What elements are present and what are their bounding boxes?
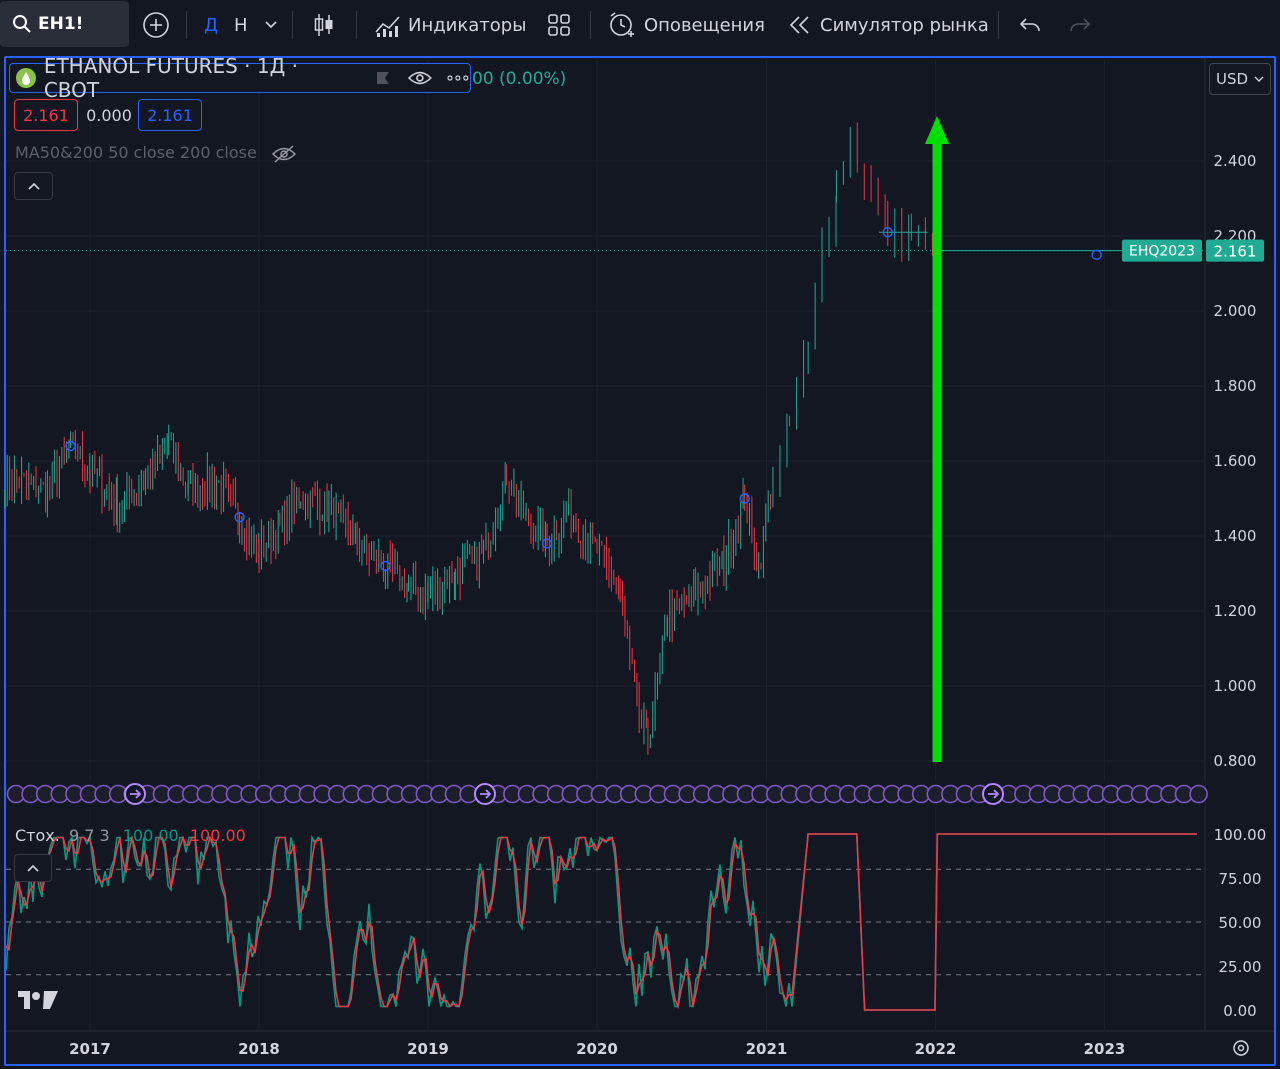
more-icon[interactable] bbox=[446, 74, 470, 82]
symbol-legend[interactable]: ETHANOL FUTURES · 1Д · CBOT bbox=[9, 54, 471, 102]
price-tick-label: 1.000 bbox=[1214, 677, 1257, 695]
price-tag-value: 2.161 bbox=[1214, 243, 1257, 261]
price-tick-label: 0.800 bbox=[1214, 752, 1257, 770]
currency-label: USD bbox=[1215, 70, 1249, 88]
chevron-up-icon bbox=[27, 864, 39, 872]
price-tick-label: 1.400 bbox=[1214, 527, 1257, 545]
price-tag-ticker: EHQ2023 bbox=[1129, 244, 1195, 260]
flag-icon[interactable] bbox=[375, 70, 391, 86]
ma-label-text: MA50&200 50 close 200 close bbox=[15, 143, 257, 162]
time-tick-label: 2018 bbox=[238, 1040, 280, 1058]
ethanol-drop-icon bbox=[16, 68, 36, 88]
stoch-d-value: 100.00 bbox=[189, 826, 246, 845]
stoch-tick-label: 0.00 bbox=[1223, 1002, 1256, 1020]
price-tick-label: 1.800 bbox=[1214, 377, 1257, 395]
stoch-name: Стох. bbox=[15, 826, 60, 845]
logo-part bbox=[18, 991, 30, 1009]
settings-gear-icon[interactable] bbox=[1233, 1040, 1249, 1056]
stoch-tick-label: 50.00 bbox=[1219, 914, 1262, 932]
up-arrow-annotation[interactable] bbox=[925, 116, 949, 762]
spread-value: 0.000 bbox=[86, 105, 132, 125]
chevron-up-icon bbox=[27, 182, 40, 190]
time-tick-label: 2022 bbox=[915, 1040, 957, 1058]
gear-outer bbox=[1233, 1040, 1249, 1056]
stoch-tick-label: 25.00 bbox=[1219, 958, 1262, 976]
time-tick-label: 2019 bbox=[407, 1040, 449, 1058]
arrow-head bbox=[925, 116, 949, 144]
price-series bbox=[4, 122, 1205, 755]
eye-off-icon[interactable] bbox=[271, 144, 296, 163]
tradingview-logo bbox=[18, 991, 58, 1009]
time-tick-label: 2017 bbox=[69, 1040, 111, 1058]
legend-change: 00 (0.00%) bbox=[472, 69, 567, 89]
stoch-tick-label: 75.00 bbox=[1219, 870, 1262, 888]
gear-inner bbox=[1237, 1044, 1245, 1052]
dividend-markers bbox=[65, 227, 1102, 572]
time-tick-label: 2020 bbox=[576, 1040, 618, 1058]
event-marker-icon bbox=[1189, 784, 1208, 804]
event-circle-marker[interactable] bbox=[1091, 249, 1102, 261]
last-price-tag[interactable]: EHQ2023 2.161 bbox=[1122, 239, 1264, 262]
collapse-legend-button[interactable] bbox=[14, 172, 53, 200]
stoch-k-value: 100.00 bbox=[122, 826, 179, 845]
price-tick-label: 2.400 bbox=[1214, 152, 1257, 170]
stoch-legend[interactable]: Стох. 9 7 3 100.00 100.00 bbox=[15, 826, 246, 845]
chevron-down-icon bbox=[1254, 76, 1264, 82]
price-tick-label: 1.200 bbox=[1214, 602, 1257, 620]
time-tick-label: 2023 bbox=[1084, 1040, 1126, 1058]
stoch-params: 9 7 3 bbox=[68, 826, 110, 845]
currency-select[interactable]: USD bbox=[1209, 63, 1271, 95]
ma-indicator-label[interactable]: MA50&200 50 close 200 close bbox=[15, 143, 296, 163]
grid bbox=[6, 58, 1274, 1032]
legend-title: ETHANOL FUTURES · 1Д · CBOT bbox=[43, 54, 298, 102]
ask-price[interactable]: 2.161 bbox=[138, 99, 202, 131]
logo-part bbox=[43, 991, 58, 1009]
time-tick-label: 2021 bbox=[746, 1040, 788, 1058]
collapse-stoch-button[interactable] bbox=[14, 854, 52, 882]
stoch-tick-label: 100.00 bbox=[1214, 826, 1267, 844]
price-tick-label: 2.000 bbox=[1214, 302, 1257, 320]
eye-icon[interactable] bbox=[408, 70, 433, 86]
event-circle-marker[interactable] bbox=[380, 560, 391, 572]
price-tick-label: 1.600 bbox=[1214, 452, 1257, 470]
logo-part bbox=[32, 992, 40, 1000]
bid-price[interactable]: 2.161 bbox=[14, 99, 78, 131]
